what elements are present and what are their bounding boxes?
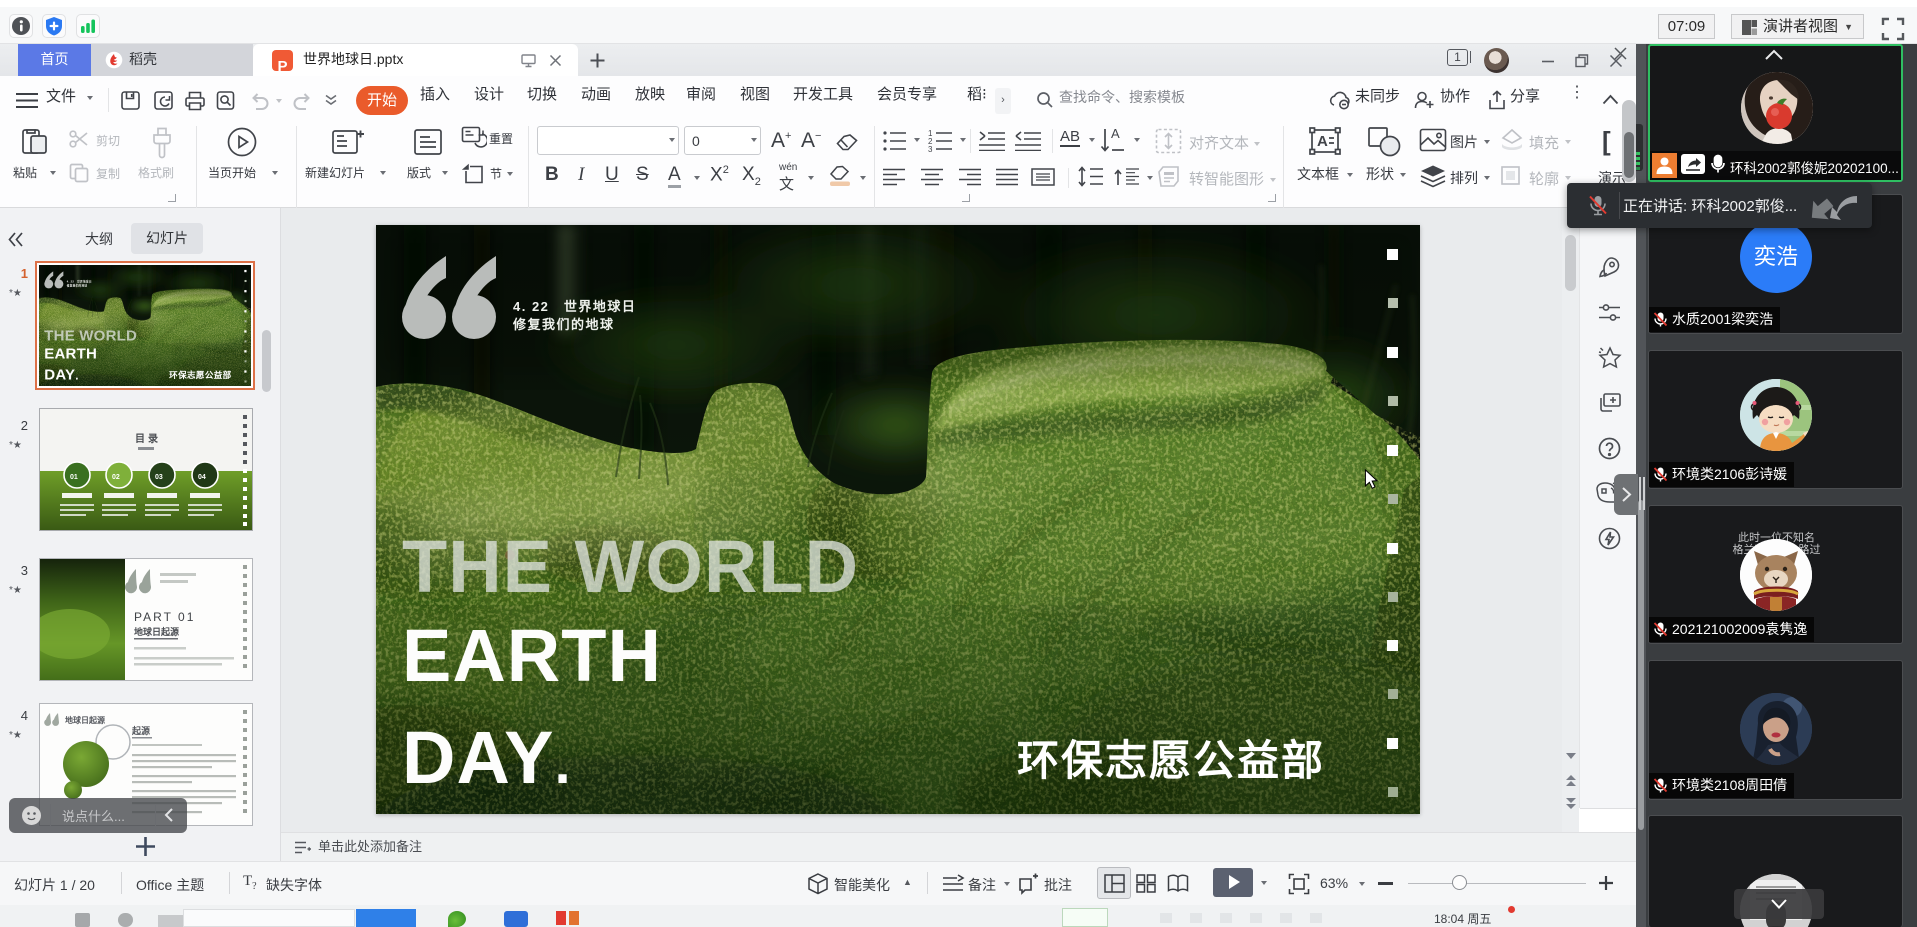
svg-text:02: 02 — [112, 474, 120, 481]
svg-text:目录: 目录 — [135, 433, 161, 445]
svg-text:3: 3 — [928, 145, 933, 153]
svg-text:A: A — [1111, 126, 1120, 141]
svg-text:EARTH: EARTH — [402, 614, 662, 697]
svg-text:PART 01: PART 01 — [134, 610, 195, 624]
svg-text:DAY.: DAY. — [402, 716, 572, 799]
svg-text:THE WORLD: THE WORLD — [402, 525, 859, 608]
svg-text:环保志愿公益部: 环保志愿公益部 — [1017, 737, 1325, 784]
svg-text:04: 04 — [198, 474, 206, 481]
svg-text:03: 03 — [155, 474, 163, 481]
svg-text:地球日起源: 地球日起源 — [65, 715, 105, 725]
svg-text:4. 22 世界地球日: 4. 22 世界地球日 — [513, 299, 636, 314]
svg-text:A: A — [1317, 133, 1328, 150]
svg-text:修复我们的地球: 修复我们的地球 — [512, 317, 615, 332]
svg-text:01: 01 — [70, 474, 78, 481]
svg-text:起源: 起源 — [131, 725, 150, 736]
svg-text:地球日起源: 地球日起源 — [134, 626, 179, 637]
